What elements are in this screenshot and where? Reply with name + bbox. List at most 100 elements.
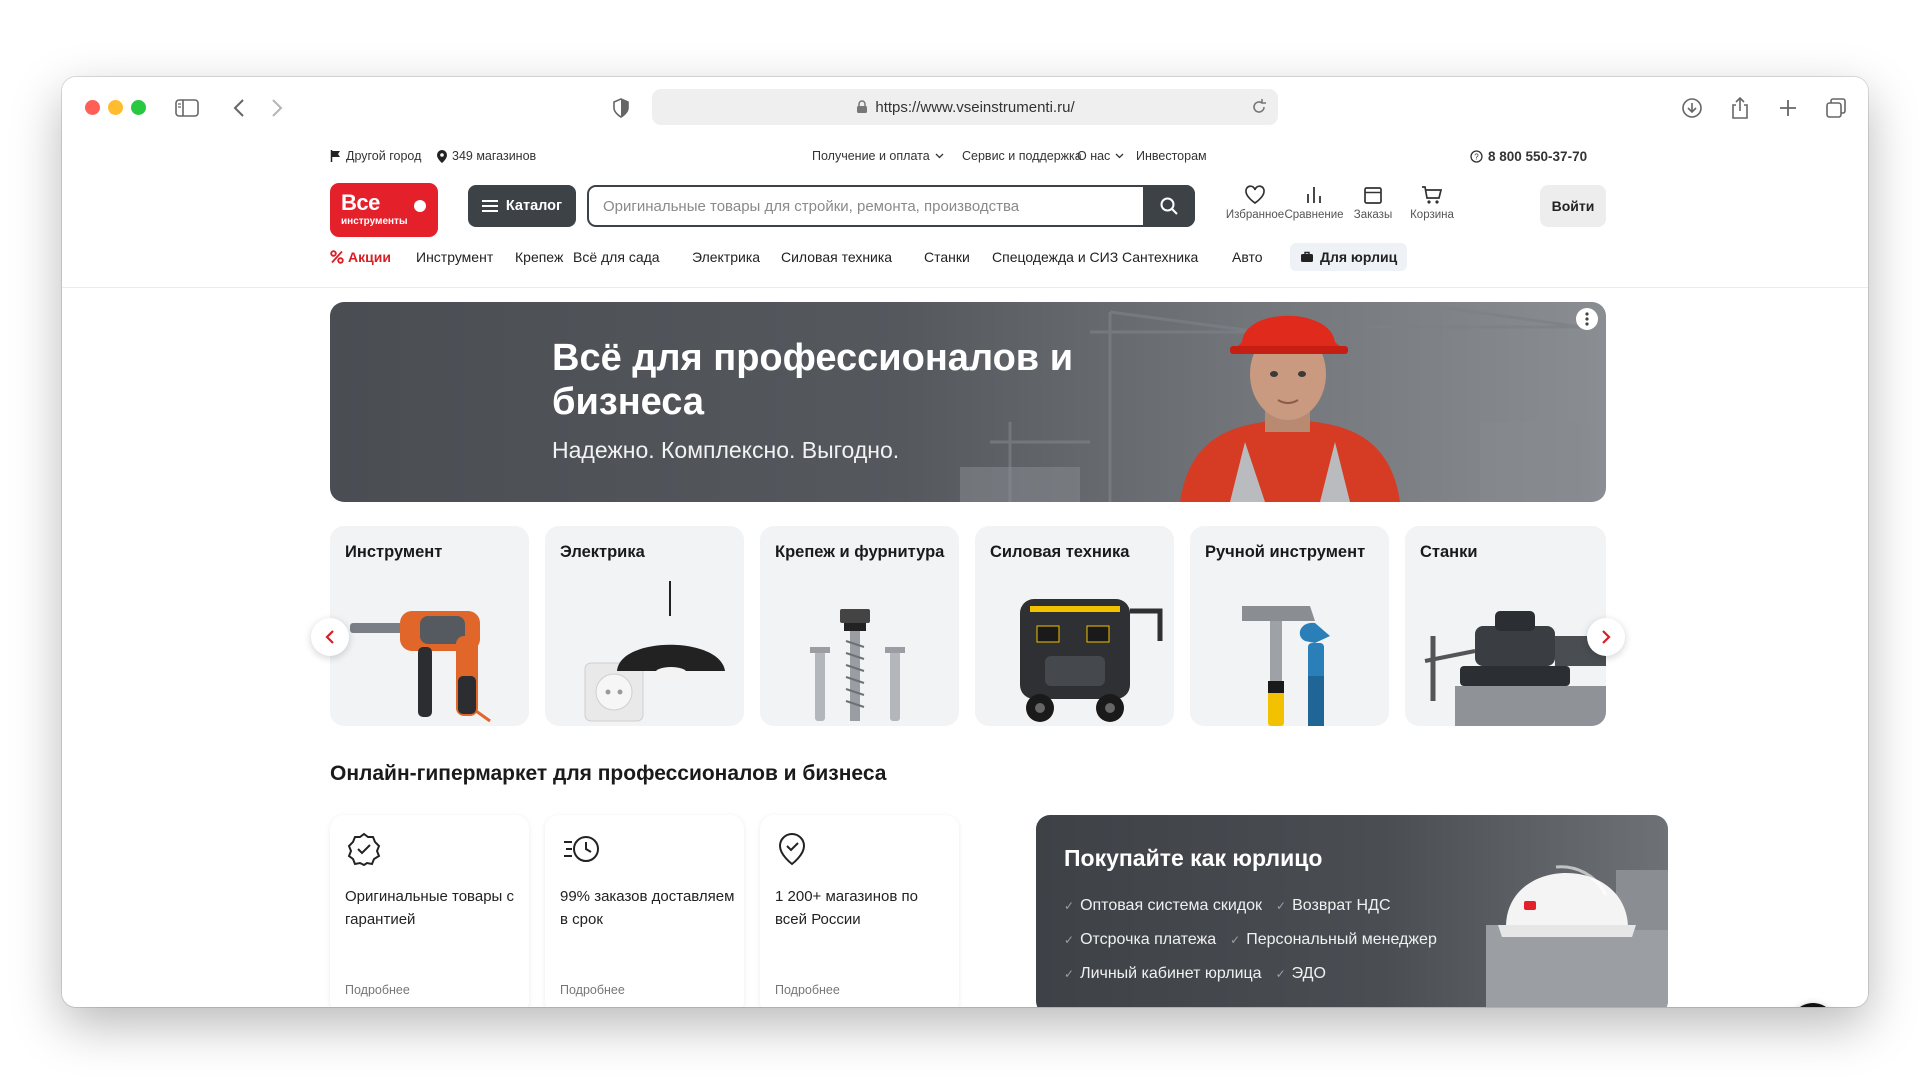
minimize-window-button[interactable] xyxy=(108,100,123,115)
sidebar-toggle-icon[interactable] xyxy=(174,95,200,121)
nav-item[interactable]: Авто xyxy=(1232,249,1263,265)
feature-more-link[interactable]: Подробнее xyxy=(345,983,410,997)
feature-text: 99% заказов доставляем в срок xyxy=(560,888,735,928)
location-check-icon xyxy=(778,832,806,866)
chat-button[interactable] xyxy=(1790,1003,1836,1007)
more-options-icon[interactable] xyxy=(1576,308,1598,330)
web-page: Другой город 349 магазинов Получение и о… xyxy=(62,139,1868,1007)
catalog-label: Каталог xyxy=(505,198,563,214)
nav-item[interactable]: Станки xyxy=(924,249,970,265)
b2b-benefit-text: ЭДО xyxy=(1291,965,1326,982)
category-label: Ручной инструмент xyxy=(1205,543,1366,561)
category-carousel: Инструмент Электрика Крепеж и фурнитура … xyxy=(330,526,1606,726)
phone-link[interactable]: ? 8 800 550-37-70 xyxy=(1470,149,1587,164)
menu-icon xyxy=(481,200,498,212)
site-header: Все инструменты Каталог Избранное Срав xyxy=(330,173,1606,237)
topbar-link-about[interactable]: О нас xyxy=(1077,149,1124,163)
search-input[interactable] xyxy=(603,187,1123,225)
feature-card[interactable]: Оригинальные товары с гарантией Подробне… xyxy=(330,815,529,1007)
top-info-bar: Другой город 349 магазинов Получение и о… xyxy=(330,139,1606,173)
hero-banner[interactable]: Всё для профессионалов и бизнеса Надежно… xyxy=(330,302,1606,502)
close-window-button[interactable] xyxy=(85,100,100,115)
carousel-prev-button[interactable] xyxy=(311,618,349,656)
drill-image xyxy=(350,611,491,723)
heart-icon xyxy=(1245,185,1265,205)
search-button[interactable] xyxy=(1143,185,1195,227)
vise-image xyxy=(1424,611,1606,726)
flag-icon xyxy=(330,150,340,162)
topbar-link-delivery[interactable]: Получение и оплата xyxy=(812,149,944,163)
topbar-link-label: Сервис и поддержка xyxy=(962,149,1082,163)
address-bar[interactable]: https://www.vseinstrumenti.ru/ xyxy=(652,89,1278,125)
nav-item[interactable]: Всё для сада xyxy=(573,249,660,265)
topbar-link-service[interactable]: Сервис и поддержка xyxy=(962,149,1082,163)
site-logo[interactable]: Все инструменты xyxy=(330,183,438,237)
catalog-button[interactable]: Каталог xyxy=(468,185,576,227)
feature-more-link[interactable]: Подробнее xyxy=(775,983,840,997)
back-icon[interactable] xyxy=(226,95,252,121)
nav-b2b-label: Для юрлиц xyxy=(1320,249,1398,265)
privacy-shield-icon[interactable] xyxy=(608,95,634,121)
cart-label: Корзина xyxy=(1410,209,1454,221)
location-pin-icon xyxy=(437,149,447,163)
feature-more-link[interactable]: Подробнее xyxy=(560,983,625,997)
topbar-link-label: Получение и оплата xyxy=(812,149,930,163)
nav-item[interactable]: Крепеж xyxy=(515,249,563,265)
share-icon[interactable] xyxy=(1727,95,1753,121)
carousel-next-button[interactable] xyxy=(1587,618,1625,656)
logo-text: Все xyxy=(341,190,380,215)
tab-overview-icon[interactable] xyxy=(1823,95,1849,121)
b2b-title: Покупайте как юрлицо xyxy=(1064,845,1323,871)
feature-text: Оригинальные товары с гарантией xyxy=(345,888,514,928)
bar-chart-icon xyxy=(1307,187,1321,203)
b2b-benefit-text: Возврат НДС xyxy=(1292,897,1391,914)
category-card[interactable]: Станки xyxy=(1405,526,1606,726)
feature-card[interactable]: 1 200+ магазинов по всей России Подробне… xyxy=(760,815,959,1007)
topbar-link-investors[interactable]: Инвесторам xyxy=(1136,149,1207,163)
logo-subtext: инструменты xyxy=(341,216,408,227)
b2b-promo-card[interactable]: Покупайте как юрлицо ✓ Оптовая система ск… xyxy=(1036,815,1668,1007)
feature-text: 1 200+ магазинов по всей России xyxy=(775,888,918,928)
category-card[interactable]: Силовая техника xyxy=(975,526,1174,726)
nav-item[interactable]: Электрика xyxy=(692,249,760,265)
nav-item[interactable]: Сантехника xyxy=(1122,249,1198,265)
b2b-benefit-text: Персональный менеджер xyxy=(1246,931,1437,948)
nav-item[interactable]: Силовая техника xyxy=(781,249,892,265)
city-label: Другой город xyxy=(346,149,422,163)
new-tab-icon[interactable] xyxy=(1775,95,1801,121)
nav-item-b2b[interactable]: Для юрлиц xyxy=(1290,243,1408,271)
category-card[interactable]: Инструмент xyxy=(330,526,529,726)
b2b-benefit-text: Оптовая система скидок xyxy=(1080,897,1263,914)
nav-item[interactable]: Спецодежда и СИЗ xyxy=(992,249,1118,265)
section-title: Онлайн-гипермаркет для профессионалов и … xyxy=(330,762,887,785)
login-button[interactable]: Войти xyxy=(1540,185,1606,227)
category-card[interactable]: Крепеж и фурнитура xyxy=(760,526,959,726)
category-card[interactable]: Электрика xyxy=(545,526,744,726)
b2b-benefit: ✓ Личный кабинет юрлица xyxy=(1064,965,1262,983)
percent-icon xyxy=(330,250,344,264)
nav-item-promo[interactable]: Акции xyxy=(330,249,391,265)
city-selector[interactable]: Другой город xyxy=(330,149,421,163)
b2b-benefit: ✓ Отсрочка платежа xyxy=(1064,931,1216,949)
briefcase-icon xyxy=(1301,251,1313,262)
maximize-window-button[interactable] xyxy=(131,100,146,115)
b2b-benefit-text: Отсрочка платежа xyxy=(1080,931,1217,948)
check-icon: ✓ xyxy=(1275,967,1286,981)
stores-link[interactable]: 349 магазинов xyxy=(437,149,536,163)
category-label: Станки xyxy=(1420,543,1478,561)
favorites-label: Избранное xyxy=(1225,209,1285,221)
downloads-icon[interactable] xyxy=(1679,95,1705,121)
cart-button[interactable]: Корзина xyxy=(1396,185,1468,233)
verified-badge-icon xyxy=(347,832,381,866)
phone-number: 8 800 550-37-70 xyxy=(1488,149,1588,164)
nav-item[interactable]: Инструмент xyxy=(416,249,493,265)
b2b-benefit: ✓ ЭДО xyxy=(1276,965,1326,983)
reload-icon[interactable] xyxy=(1250,98,1268,116)
fasteners-image xyxy=(810,609,905,721)
feature-card[interactable]: 99% заказов доставляем в срок Подробнее xyxy=(545,815,744,1007)
lamp-image xyxy=(584,581,725,722)
category-card[interactable]: Ручной инструмент xyxy=(1190,526,1389,726)
category-label: Электрика xyxy=(560,543,645,561)
forward-icon[interactable] xyxy=(264,95,290,121)
fast-clock-icon xyxy=(564,836,599,862)
